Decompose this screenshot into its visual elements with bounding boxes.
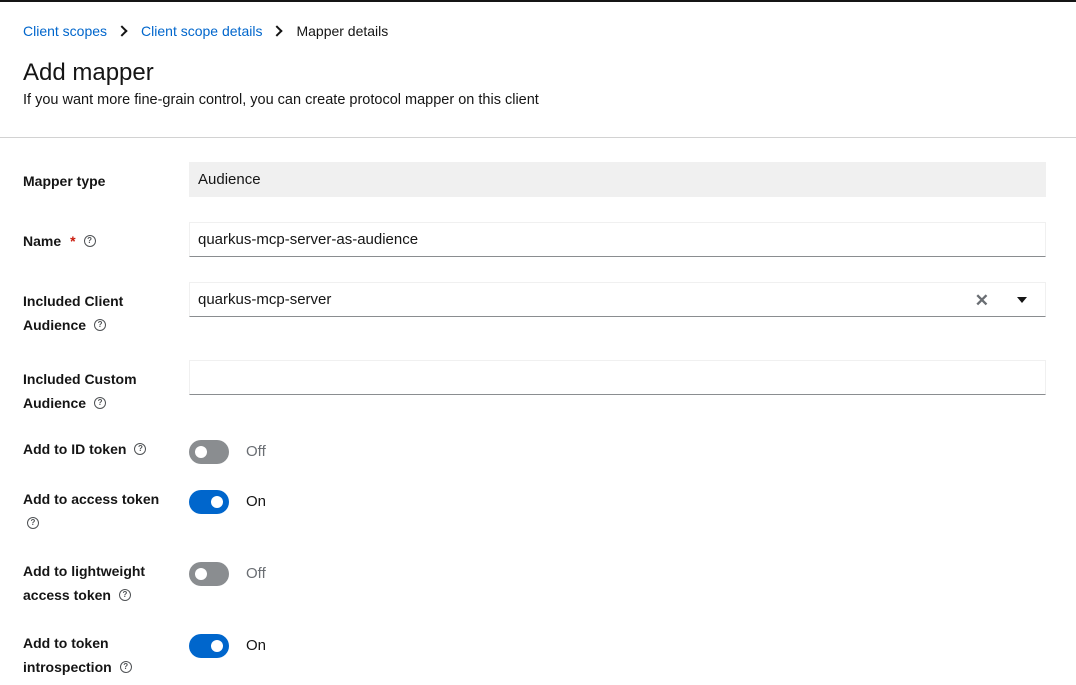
switch-knob (195, 446, 207, 458)
help-circle-icon[interactable]: ? (134, 443, 147, 456)
included-custom-audience-label-line1: Included Custom (23, 371, 137, 387)
included-custom-audience-field[interactable] (189, 360, 1046, 395)
switch-knob (195, 568, 207, 580)
breadcrumb-mapper-details: Mapper details (296, 23, 389, 39)
add-to-introspection-state: On (246, 637, 267, 654)
mapper-type-label: Mapper type (23, 173, 106, 189)
add-to-introspection-label-group: Add to token introspection? (23, 631, 132, 679)
included-custom-audience-input[interactable] (198, 369, 1037, 386)
add-to-lightweight-label-group: Add to lightweight access token? (23, 559, 145, 607)
page-title: Add mapper (23, 59, 154, 86)
included-client-audience-value: quarkus-mcp-server (198, 291, 332, 308)
included-client-audience-label-group: Included Client Audience? (23, 289, 123, 337)
included-client-audience-select[interactable]: quarkus-mcp-server ✕ (189, 282, 1046, 317)
breadcrumb-client-scope-details[interactable]: Client scope details (141, 23, 262, 39)
mapper-type-field: Audience (189, 162, 1046, 197)
help-circle-icon[interactable]: ? (83, 235, 96, 248)
included-client-audience-label-line1: Included Client (23, 293, 124, 309)
switch-knob (211, 640, 223, 652)
included-custom-audience-label-line2: Audience (23, 395, 87, 411)
name-label: Name (23, 233, 62, 249)
included-custom-audience-label-group: Included Custom Audience? (23, 367, 137, 415)
add-to-introspection-label-line1: Add to token (23, 635, 109, 651)
included-client-audience-label-line2: Audience (23, 317, 87, 333)
add-to-id-token-label-group: Add to ID token? (23, 437, 147, 461)
add-to-id-token-label: Add to ID token (23, 441, 127, 457)
help-circle-icon[interactable]: ? (118, 589, 131, 602)
angle-right-icon (271, 25, 284, 37)
add-to-access-token-label-group: Add to access token ? (23, 487, 159, 535)
add-to-lightweight-switch[interactable] (189, 562, 229, 586)
add-to-introspection-label-line2: introspection (23, 659, 112, 675)
mapper-type-value: Audience (198, 171, 261, 188)
breadcrumb-client-scopes[interactable]: Client scopes (23, 23, 107, 39)
name-field[interactable] (189, 222, 1046, 257)
add-to-introspection-switch[interactable] (189, 634, 229, 658)
add-to-lightweight-label-line2: access token (23, 587, 111, 603)
add-to-access-token-label: Add to access token (23, 491, 160, 507)
name-label-group: Name *? (23, 229, 96, 253)
top-border (0, 0, 1076, 2)
breadcrumb: Client scopes Client scope details Mappe… (23, 22, 388, 40)
switch-knob (211, 496, 223, 508)
required-mark: * (70, 233, 76, 249)
name-input[interactable] (198, 231, 1037, 248)
add-to-access-token-state: On (246, 493, 267, 510)
add-to-id-token-switch[interactable] (189, 440, 229, 464)
header-divider (0, 137, 1076, 138)
angle-right-icon (116, 25, 128, 37)
caret-down-icon[interactable] (1017, 297, 1027, 303)
help-circle-icon[interactable]: ? (27, 517, 39, 530)
help-circle-icon[interactable]: ? (119, 661, 132, 674)
page-description: If you want more fine-grain control, you… (23, 92, 539, 108)
help-circle-icon[interactable]: ? (94, 397, 107, 410)
add-to-access-token-switch[interactable] (189, 490, 229, 514)
help-circle-icon[interactable]: ? (94, 319, 107, 332)
add-to-lightweight-state: Off (246, 565, 266, 582)
add-to-lightweight-label-line1: Add to lightweight (23, 563, 146, 579)
times-icon[interactable]: ✕ (975, 292, 989, 309)
add-to-id-token-state: Off (246, 443, 266, 460)
